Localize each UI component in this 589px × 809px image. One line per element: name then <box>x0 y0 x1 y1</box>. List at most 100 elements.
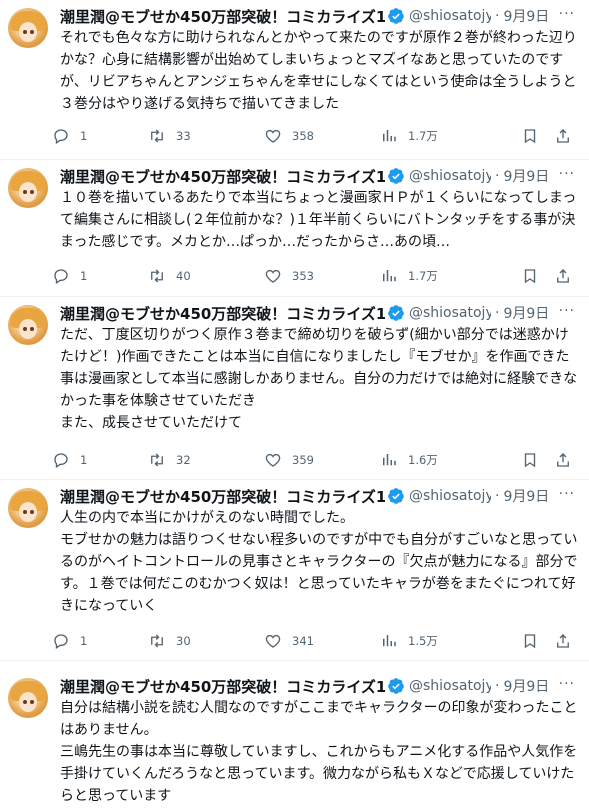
reply-button[interactable]: 1 <box>52 631 87 651</box>
more-icon[interactable]: ··· <box>559 6 575 22</box>
retweet-button[interactable]: 30 <box>148 631 191 651</box>
tweet[interactable]: 潮里潤@モブせか450万部突破！コミカライズ12巻 @shiosatojyun … <box>0 480 589 661</box>
share-icon <box>557 129 569 143</box>
tweet-date[interactable]: 9月9日 <box>503 166 549 186</box>
separator: · <box>495 678 500 694</box>
reply-count: 1 <box>80 634 88 648</box>
tweet[interactable]: 潮里潤@モブせか450万部突破！コミカライズ12巻 @shiosatojyun … <box>0 0 589 160</box>
more-icon[interactable]: ··· <box>559 676 575 692</box>
author-handle[interactable]: @shiosatojyun <box>409 168 491 184</box>
reply-count: 1 <box>80 269 88 283</box>
avatar[interactable] <box>8 488 48 528</box>
author-handle[interactable]: @shiosatojyun <box>409 678 491 694</box>
tweet-date[interactable]: 9月9日 <box>503 6 549 26</box>
retweet-icon <box>151 453 163 467</box>
action-bar: 1 32 359 1.6万 <box>52 450 580 470</box>
author-handle[interactable]: @shiosatojyun <box>409 305 491 321</box>
tweet-header: 潮里潤@モブせか450万部突破！コミカライズ12巻 @shiosatojyun … <box>60 6 580 26</box>
share-button[interactable] <box>554 126 572 146</box>
bookmark-button[interactable] <box>521 631 539 651</box>
bookmark-icon <box>524 129 536 144</box>
tweet-text: 人生の内で本当にかけがえのない時間でした。 モブせかの魅力は語りつくせない程多い… <box>60 510 578 614</box>
share-button[interactable] <box>554 631 572 651</box>
reply-count: 1 <box>80 453 88 467</box>
tweet-header: 潮里潤@モブせか450万部突破！コミカライズ12巻 @shiosatojyun … <box>60 486 580 506</box>
retweet-count: 40 <box>176 269 191 283</box>
bookmark-icon <box>524 634 536 649</box>
author-name[interactable]: 潮里潤@モブせか450万部突破！コミカライズ12巻 <box>60 486 385 507</box>
action-bar: 1 40 353 1.7万 <box>52 266 580 286</box>
tweet-text: ただ、丁度区切りがつく原作３巻まで締め切りを破らず(細かい部分では迷惑かけたけど… <box>60 327 578 431</box>
action-bar: 1 30 341 1.5万 <box>52 631 580 651</box>
verified-badge-icon <box>388 8 404 24</box>
retweet-icon <box>151 129 163 143</box>
reply-button[interactable]: 1 <box>52 266 87 286</box>
retweet-icon <box>151 634 163 648</box>
author-handle[interactable]: @shiosatojyun <box>409 8 491 24</box>
like-button[interactable]: 341 <box>264 631 314 651</box>
more-icon[interactable]: ··· <box>559 166 575 182</box>
bookmark-icon <box>524 453 536 468</box>
reply-icon <box>54 634 68 650</box>
like-button[interactable]: 358 <box>264 126 314 146</box>
retweet-count: 30 <box>176 634 191 648</box>
like-count: 358 <box>292 129 314 143</box>
retweet-icon <box>151 269 163 283</box>
share-button[interactable] <box>554 450 572 470</box>
views-button[interactable]: 1.7万 <box>380 126 438 146</box>
retweet-button[interactable]: 33 <box>148 126 191 146</box>
tweet-text: 自分は結構小説を読む人間なのですがここまでキャラクターの印象が変わったことはあり… <box>60 700 578 804</box>
tweet[interactable]: 潮里潤@モブせか450万部突破！コミカライズ12巻 @shiosatojyun … <box>0 297 589 480</box>
more-icon[interactable]: ··· <box>559 303 575 319</box>
avatar[interactable] <box>8 168 48 208</box>
separator: · <box>495 8 500 24</box>
verified-badge-icon <box>388 678 404 694</box>
bookmark-button[interactable] <box>521 266 539 286</box>
views-icon <box>383 454 396 466</box>
tweet[interactable]: 潮里潤@モブせか450万部突破！コミカライズ12巻 @shiosatojyun … <box>0 160 589 297</box>
views-button[interactable]: 1.7万 <box>380 266 438 286</box>
views-icon <box>383 130 396 142</box>
reply-count: 1 <box>80 129 88 143</box>
share-button[interactable] <box>554 266 572 286</box>
retweet-button[interactable]: 40 <box>148 266 191 286</box>
like-button[interactable]: 359 <box>264 450 314 470</box>
tweet-date[interactable]: 9月9日 <box>503 303 549 323</box>
view-count: 1.6万 <box>408 453 438 467</box>
like-icon <box>265 453 281 467</box>
verified-badge-icon <box>388 305 404 321</box>
avatar[interactable] <box>8 305 48 345</box>
views-button[interactable]: 1.6万 <box>380 450 438 470</box>
view-count: 1.7万 <box>408 129 438 143</box>
reply-button[interactable]: 1 <box>52 450 87 470</box>
views-icon <box>383 270 396 282</box>
action-bar: 1 33 358 1.7万 <box>52 126 580 146</box>
bookmark-button[interactable] <box>521 450 539 470</box>
reply-icon <box>54 269 68 285</box>
bookmark-button[interactable] <box>521 126 539 146</box>
author-name[interactable]: 潮里潤@モブせか450万部突破！コミカライズ12巻 <box>60 303 385 324</box>
tweet-date[interactable]: 9月9日 <box>503 676 549 696</box>
views-button[interactable]: 1.5万 <box>380 631 438 651</box>
tweet-header: 潮里潤@モブせか450万部突破！コミカライズ12巻 @shiosatojyun … <box>60 303 580 323</box>
timeline: 潮里潤@モブせか450万部突破！コミカライズ12巻 @shiosatojyun … <box>0 0 589 809</box>
separator: · <box>495 305 500 321</box>
avatar[interactable] <box>8 678 48 718</box>
retweet-count: 32 <box>176 453 191 467</box>
retweet-button[interactable]: 32 <box>148 450 191 470</box>
avatar[interactable] <box>8 8 48 48</box>
tweet-header: 潮里潤@モブせか450万部突破！コミカライズ12巻 @shiosatojyun … <box>60 166 580 186</box>
more-icon[interactable]: ··· <box>559 486 575 502</box>
author-name[interactable]: 潮里潤@モブせか450万部突破！コミカライズ12巻 <box>60 166 385 187</box>
tweet-date[interactable]: 9月9日 <box>503 486 549 506</box>
author-handle[interactable]: @shiosatojyun <box>409 488 491 504</box>
author-name[interactable]: 潮里潤@モブせか450万部突破！コミカライズ12巻 <box>60 6 385 27</box>
verified-badge-icon <box>388 488 404 504</box>
reply-button[interactable]: 1 <box>52 126 87 146</box>
views-icon <box>383 635 396 647</box>
view-count: 1.5万 <box>408 634 438 648</box>
like-button[interactable]: 353 <box>264 266 314 286</box>
author-name[interactable]: 潮里潤@モブせか450万部突破！コミカライズ12巻 <box>60 676 385 697</box>
tweet[interactable]: 潮里潤@モブせか450万部突破！コミカライズ12巻 @shiosatojyun … <box>0 670 589 809</box>
like-count: 341 <box>292 634 314 648</box>
